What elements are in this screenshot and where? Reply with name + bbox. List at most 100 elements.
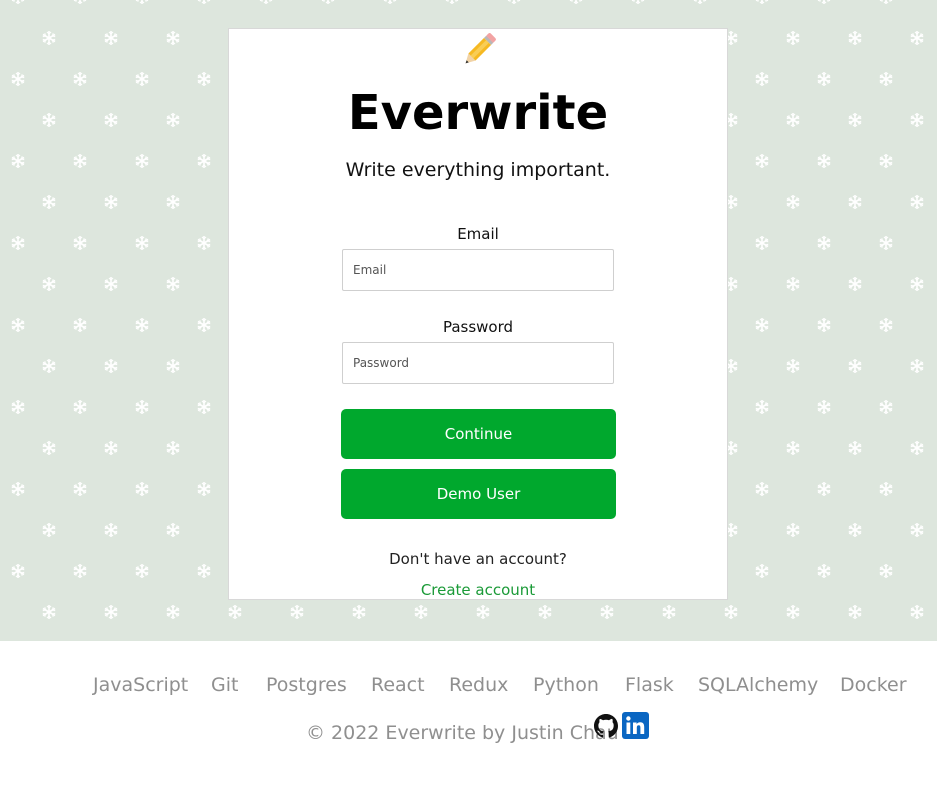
snowflake-icon (197, 400, 211, 414)
snowflake-icon (73, 154, 87, 168)
app-title: Everwrite (347, 85, 609, 141)
snowflake-icon (786, 359, 800, 373)
password-label: Password (442, 318, 514, 336)
snowflake-icon (848, 113, 862, 127)
tagline: Write everything important. (345, 159, 611, 181)
snowflake-icon (42, 277, 56, 291)
snowflake-icon (755, 154, 769, 168)
snowflake-icon (848, 31, 862, 45)
continue-button[interactable]: Continue (341, 409, 616, 459)
tech-link-docker[interactable]: Docker (840, 674, 907, 696)
snowflake-icon (197, 236, 211, 250)
snowflake-icon (693, 0, 707, 4)
snowflake-icon (724, 605, 738, 619)
snowflake-icon (73, 0, 87, 4)
snowflake-icon (848, 441, 862, 455)
snowflake-icon (786, 277, 800, 291)
snowflake-icon (73, 482, 87, 496)
snowflake-icon (786, 195, 800, 209)
snowflake-icon (848, 605, 862, 619)
snowflake-icon (538, 605, 552, 619)
pencil-icon (465, 33, 496, 64)
snowflake-icon (11, 400, 25, 414)
snowflake-icon (786, 605, 800, 619)
snowflake-icon (817, 154, 831, 168)
snowflake-icon (166, 605, 180, 619)
snowflake-icon (104, 113, 118, 127)
snowflake-icon (42, 195, 56, 209)
snowflake-icon (197, 72, 211, 86)
snowflake-icon (166, 441, 180, 455)
linkedin-icon[interactable] (622, 712, 649, 739)
snowflake-icon (42, 113, 56, 127)
snowflake-icon (197, 564, 211, 578)
snowflake-icon (135, 482, 149, 496)
snowflake-icon (662, 605, 676, 619)
snowflake-icon (42, 31, 56, 45)
snowflake-icon (135, 154, 149, 168)
create-account-link[interactable]: Create account (229, 581, 727, 599)
snowflake-icon (135, 236, 149, 250)
no-account-text: Don't have an account? (389, 550, 567, 568)
tech-link-sqlalchemy[interactable]: SQLAlchemy (698, 674, 818, 696)
snowflake-icon (755, 318, 769, 332)
tech-link-flask[interactable]: Flask (625, 674, 674, 696)
tech-link-git[interactable]: Git (211, 674, 238, 696)
snowflake-icon (631, 0, 645, 4)
snowflake-icon (879, 154, 893, 168)
demo-user-button[interactable]: Demo User (341, 469, 616, 519)
tech-link-python[interactable]: Python (533, 674, 599, 696)
snowflake-icon (817, 482, 831, 496)
snowflake-icon (786, 31, 800, 45)
snowflake-icon (197, 482, 211, 496)
snowflake-icon (786, 441, 800, 455)
snowflake-icon (135, 0, 149, 4)
snowflake-icon (104, 605, 118, 619)
snowflake-icon (166, 523, 180, 537)
snowflake-icon (755, 482, 769, 496)
snowflake-icon (73, 400, 87, 414)
email-label: Email (457, 225, 499, 243)
password-input[interactable] (342, 342, 614, 384)
tech-link-postgres[interactable]: Postgres (266, 674, 347, 696)
tech-link-redux[interactable]: Redux (449, 674, 508, 696)
snowflake-icon (910, 441, 924, 455)
snowflake-icon (135, 318, 149, 332)
snowflake-icon (104, 277, 118, 291)
snowflake-icon (104, 441, 118, 455)
snowflake-icon (197, 154, 211, 168)
snowflake-icon (786, 113, 800, 127)
snowflake-icon (848, 277, 862, 291)
snowflake-icon (166, 277, 180, 291)
snowflake-icon (910, 195, 924, 209)
snowflake-icon (42, 359, 56, 373)
snowflake-icon (11, 0, 25, 4)
snowflake-icon (879, 236, 893, 250)
snowflake-icon (11, 154, 25, 168)
email-input[interactable] (342, 249, 614, 291)
snowflake-icon (166, 359, 180, 373)
snowflake-icon (352, 605, 366, 619)
snowflake-icon (879, 0, 893, 4)
snowflake-icon (135, 400, 149, 414)
snowflake-icon (476, 605, 490, 619)
snowflake-icon (817, 318, 831, 332)
snowflake-icon (135, 72, 149, 86)
github-icon[interactable] (594, 714, 618, 738)
snowflake-icon (879, 564, 893, 578)
snowflake-icon (259, 0, 273, 4)
snowflake-icon (910, 31, 924, 45)
snowflake-icon (569, 0, 583, 4)
tech-link-javascript[interactable]: JavaScript (93, 674, 188, 696)
copyright-text: © 2022 Everwrite by Justin Chau (306, 722, 619, 744)
snowflake-icon (817, 400, 831, 414)
snowflake-icon (197, 318, 211, 332)
snowflake-icon (290, 605, 304, 619)
tech-link-react[interactable]: React (371, 674, 425, 696)
snowflake-icon (910, 359, 924, 373)
snowflake-icon (879, 72, 893, 86)
snowflake-icon (910, 605, 924, 619)
snowflake-icon (817, 236, 831, 250)
snowflake-icon (848, 195, 862, 209)
snowflake-icon (600, 605, 614, 619)
